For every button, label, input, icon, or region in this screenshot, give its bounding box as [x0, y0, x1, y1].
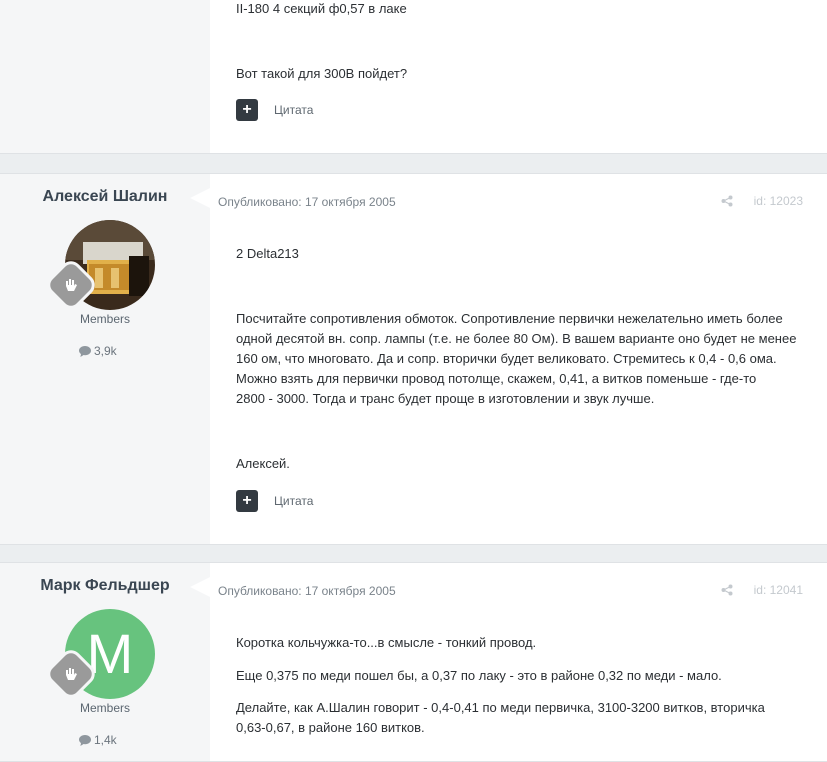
- post-content: Опубликовано: 17 октября 2005 id: 12023 …: [210, 174, 827, 544]
- post-text-line: Коротка кольчужка-то...в смысле - тонкий…: [236, 635, 537, 650]
- post-text-line: Можно взять для первички провод потолще,…: [236, 371, 757, 386]
- avatar-letter: M: [86, 622, 134, 685]
- published-date[interactable]: Опубликовано: 17 октября 2005: [218, 584, 396, 598]
- post-text-line: Еще 0,375 по меди пошел бы, а 0,37 по ла…: [236, 668, 722, 683]
- author-panel: Алексей Шалин Members 3,9k: [0, 174, 210, 544]
- post-text-line: Алексей.: [236, 456, 290, 471]
- post-text-line: Делайте, как А.Шалин говорит - 0,4-0,41 …: [236, 700, 765, 715]
- author-panel: Марк Фельдшер M Members 1,4k: [0, 563, 210, 761]
- post-text-line: Вот такой для 300В пойдет?: [236, 66, 408, 81]
- post-content: II-180 4 секций ф0,57 в лаке Вот такой д…: [210, 0, 827, 153]
- quote-button-label[interactable]: Цитата: [274, 103, 313, 117]
- author-name[interactable]: Марк Фельдшер: [0, 577, 210, 595]
- post-count: 3,9k: [79, 344, 117, 358]
- post-text-line: 2 Delta213: [236, 246, 299, 261]
- member-group: Members: [79, 701, 130, 715]
- post-2: Алексей Шалин Members 3,9k Опубликовано:…: [0, 173, 827, 545]
- plus-icon[interactable]: +: [236, 490, 258, 512]
- post-text-line: Посчитайте сопротивления обмоток. Сопрот…: [236, 311, 783, 326]
- post-text-line: одной десятой вн. сопр. лампы (т.е. не б…: [236, 331, 797, 346]
- rank-hand-icon: [66, 279, 77, 291]
- post-text-line: II-180 4 секций ф0,57 в лаке: [236, 1, 407, 16]
- post-id[interactable]: id: 12023: [754, 194, 803, 208]
- speech-tail: [190, 188, 210, 208]
- post-text-line: 2800 - 3000. Тогда и транс будет проще в…: [236, 391, 655, 406]
- post-count: 1,4k: [79, 733, 117, 747]
- post-1: II-180 4 секций ф0,57 в лаке Вот такой д…: [0, 0, 827, 154]
- author-name[interactable]: Алексей Шалин: [0, 188, 210, 206]
- post-content: Опубликовано: 17 октября 2005 id: 12041 …: [210, 563, 827, 761]
- comment-icon: [79, 734, 91, 746]
- member-group: Members: [79, 312, 130, 326]
- comment-icon: [79, 345, 91, 357]
- author-panel: [0, 0, 210, 153]
- share-icon[interactable]: [721, 583, 733, 601]
- post-text-line: 0,63-0,67, в районе 160 витков.: [236, 720, 425, 735]
- rank-hand-icon: [66, 668, 77, 680]
- post-3: Марк Фельдшер M Members 1,4k Опубликован…: [0, 562, 827, 762]
- quote-button-label[interactable]: Цитата: [274, 494, 313, 508]
- post-text-line: 160 ом, что многовато. Да и сопр. вторич…: [236, 351, 777, 366]
- plus-icon[interactable]: +: [236, 99, 258, 121]
- share-icon[interactable]: [721, 194, 733, 212]
- post-id[interactable]: id: 12041: [754, 583, 803, 597]
- quote-control[interactable]: + Цитата: [236, 99, 313, 121]
- quote-control[interactable]: + Цитата: [236, 490, 313, 512]
- speech-tail: [190, 577, 210, 597]
- published-date[interactable]: Опубликовано: 17 октября 2005: [218, 195, 396, 209]
